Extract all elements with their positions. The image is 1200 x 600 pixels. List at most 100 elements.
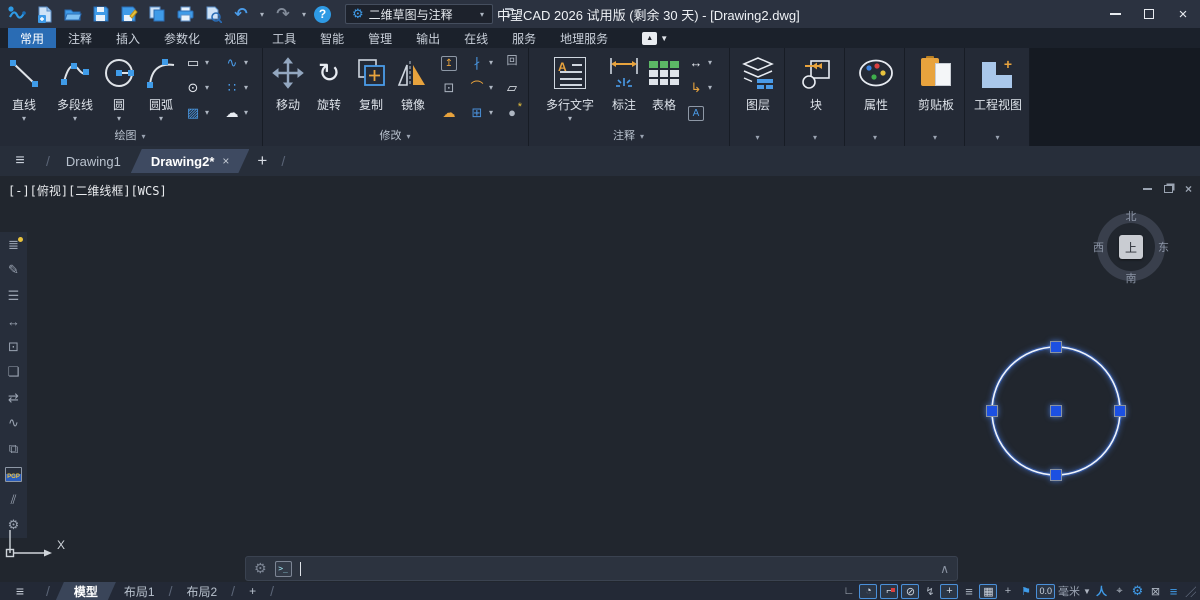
minimize-button[interactable] [1098, 0, 1132, 28]
layer-visibility-icon[interactable]: ≣ [5, 236, 23, 254]
grip-north[interactable] [1051, 342, 1062, 353]
annotate-panel-footer[interactable]: 注释 ▾ [530, 127, 729, 143]
maximize-button[interactable] [1132, 0, 1166, 28]
fullscreen-icon[interactable]: ⊠ [1148, 584, 1163, 599]
drawing-canvas[interactable]: [-][俯视][二维线框][WCS] × 北 南 西 东 上 ≣ ✎ ☰ ↔ ⊡… [0, 176, 1200, 582]
help-icon[interactable]: ? [314, 6, 331, 23]
stretch-tool[interactable]: ↥ [441, 56, 457, 71]
new-layout-button[interactable]: + [241, 582, 264, 600]
copy-button[interactable]: 复制 [352, 52, 390, 113]
properties-panel-footer[interactable]: ▾ [846, 131, 904, 143]
quick-dimension-icon[interactable]: ↔ [5, 312, 23, 330]
grip-west[interactable] [987, 406, 998, 417]
save-as-icon[interactable] [118, 3, 140, 25]
mtext-dropdown-icon[interactable]: ▾ [566, 114, 574, 123]
ribbon-tab-services[interactable]: 服务 [500, 28, 548, 48]
grip-center[interactable] [1051, 406, 1062, 417]
compass-north[interactable]: 北 [1126, 208, 1137, 224]
rectangle-tool[interactable]: ▭ ▾ [185, 56, 211, 69]
ribbon-tab-annotate[interactable]: 注释 [56, 28, 104, 48]
spline-tool[interactable]: ∿ ▾ [224, 56, 250, 69]
unit-dropdown-icon[interactable]: ▼ [1083, 587, 1091, 596]
add-scale-icon[interactable]: + [1000, 584, 1015, 599]
new-file-icon[interactable] [34, 3, 56, 25]
ribbon-tab-parametric[interactable]: 参数化 [152, 28, 212, 48]
doc-restore-button[interactable] [1164, 185, 1173, 193]
status-menu-icon[interactable]: ≡ [1166, 584, 1181, 599]
grip-points[interactable] [987, 342, 1126, 481]
layout-tab-layout1[interactable]: 布局1 [116, 582, 163, 600]
undo-icon[interactable]: ↶ [230, 3, 252, 25]
ribbon-tab-smart[interactable]: 智能 [308, 28, 356, 48]
command-input[interactable] [309, 557, 933, 580]
table-button[interactable]: 表格 [646, 52, 682, 113]
ribbon-tab-output[interactable]: 输出 [404, 28, 452, 48]
command-history-expand-icon[interactable]: ∧ [940, 562, 949, 576]
compass-top-button[interactable]: 上 [1119, 235, 1143, 259]
close-button[interactable]: × [1166, 0, 1200, 28]
smart-assistant-icon[interactable]: 人 [1094, 584, 1109, 599]
annotation-scale-icon[interactable]: ⚑ [1018, 584, 1033, 599]
selected-circle-entity[interactable] [985, 340, 1127, 482]
dimension-button[interactable]: 标注 [606, 52, 642, 113]
explode-tool[interactable]: ● * [504, 106, 520, 119]
block-button[interactable]: 块 [798, 52, 834, 113]
layout-menu-icon[interactable]: ≡ [0, 583, 40, 599]
measure-icon[interactable]: ⫽ [5, 491, 23, 509]
document-menu-icon[interactable]: ≡ [0, 152, 40, 170]
revcloud-tool[interactable]: ☁ ▾ [224, 106, 250, 119]
compass-south[interactable]: 南 [1126, 270, 1137, 286]
point-tool[interactable]: ∷ ▾ [224, 81, 250, 94]
settings-gear-icon[interactable]: ⚙ [1130, 584, 1145, 599]
layout-tab-model[interactable]: 模型 [56, 582, 116, 600]
ellipse-tool[interactable]: ⊙ ▾ [185, 81, 211, 94]
leader-tool[interactable]: ↳ ▾ [688, 81, 714, 94]
object-snap-icon[interactable]: ⊘ [901, 584, 919, 599]
arc-dropdown-icon[interactable]: ▾ [157, 114, 165, 123]
text-style-tool[interactable]: A [688, 106, 704, 121]
ribbon-collapse-control[interactable]: ▲ ▼ [642, 28, 668, 48]
erase-tool[interactable]: ▱ [504, 81, 520, 94]
redo-icon[interactable]: ↷ [272, 3, 294, 25]
plot-copy-icon[interactable] [146, 3, 168, 25]
undo-dropdown-icon[interactable]: ▾ [258, 10, 266, 19]
arc-button[interactable]: 圆弧 ▾ [140, 52, 182, 123]
ribbon-tab-geo[interactable]: 地理服务 [548, 28, 620, 48]
trim-tool[interactable]: ∤ ▾ [469, 56, 495, 69]
open-file-icon[interactable] [62, 3, 84, 25]
modify-panel-footer[interactable]: 修改 ▾ [264, 127, 528, 143]
mirror-button[interactable]: 镜像 [394, 52, 432, 113]
resize-grip[interactable] [1184, 585, 1196, 597]
ribbon-tab-home[interactable]: 常用 [8, 28, 56, 48]
draw-panel-footer[interactable]: 绘图 ▾ [0, 127, 262, 143]
layer-button[interactable]: 图层 [738, 52, 778, 113]
grip-east[interactable] [1115, 406, 1126, 417]
layout-tab-layout2[interactable]: 布局2 [178, 582, 225, 600]
rotate-button[interactable]: ↻ 旋转 [310, 52, 348, 113]
ribbon-tab-insert[interactable]: 插入 [104, 28, 152, 48]
isometric-draft-icon[interactable]: ▦ [979, 584, 997, 599]
clipboard-button[interactable]: 剪贴板 [917, 52, 955, 113]
circle-dropdown-icon[interactable]: ▾ [115, 114, 123, 123]
numbered-list-icon[interactable]: ☰ [5, 287, 23, 305]
compass-west[interactable]: 西 [1093, 239, 1104, 255]
annotation-menu-icon[interactable]: ≡ [961, 584, 976, 599]
revcloud-edit-tool[interactable]: ☁ [441, 106, 457, 119]
polar-tracking-icon[interactable]: ◔ [859, 584, 877, 599]
block-insert-icon[interactable]: ⧉ [5, 440, 23, 458]
ribbon-tab-view[interactable]: 视图 [212, 28, 260, 48]
block-edit-icon[interactable]: ✎ [5, 261, 23, 279]
ribbon-tab-online[interactable]: 在线 [452, 28, 500, 48]
engview-button[interactable]: + 工程视图 [980, 52, 1016, 113]
engview-panel-footer[interactable]: ▾ [966, 131, 1029, 143]
ribbon-tab-manage[interactable]: 管理 [356, 28, 404, 48]
scale-tool[interactable]: ⊡ [441, 81, 457, 94]
new-drawing-button[interactable]: + [249, 151, 275, 171]
block-panel-footer[interactable]: ▾ [786, 131, 844, 143]
fillet-tool[interactable]: ⌒ ▾ [469, 81, 495, 94]
array-tool[interactable]: ⊞ ▾ [469, 106, 495, 119]
doc-tab-drawing2[interactable]: Drawing2* × [131, 149, 250, 173]
pgp-edit-icon[interactable]: PGP [5, 465, 23, 483]
polyline-button[interactable]: 多段线 ▾ [48, 52, 102, 123]
mtext-button[interactable]: A 多行文字 ▾ [542, 52, 598, 123]
